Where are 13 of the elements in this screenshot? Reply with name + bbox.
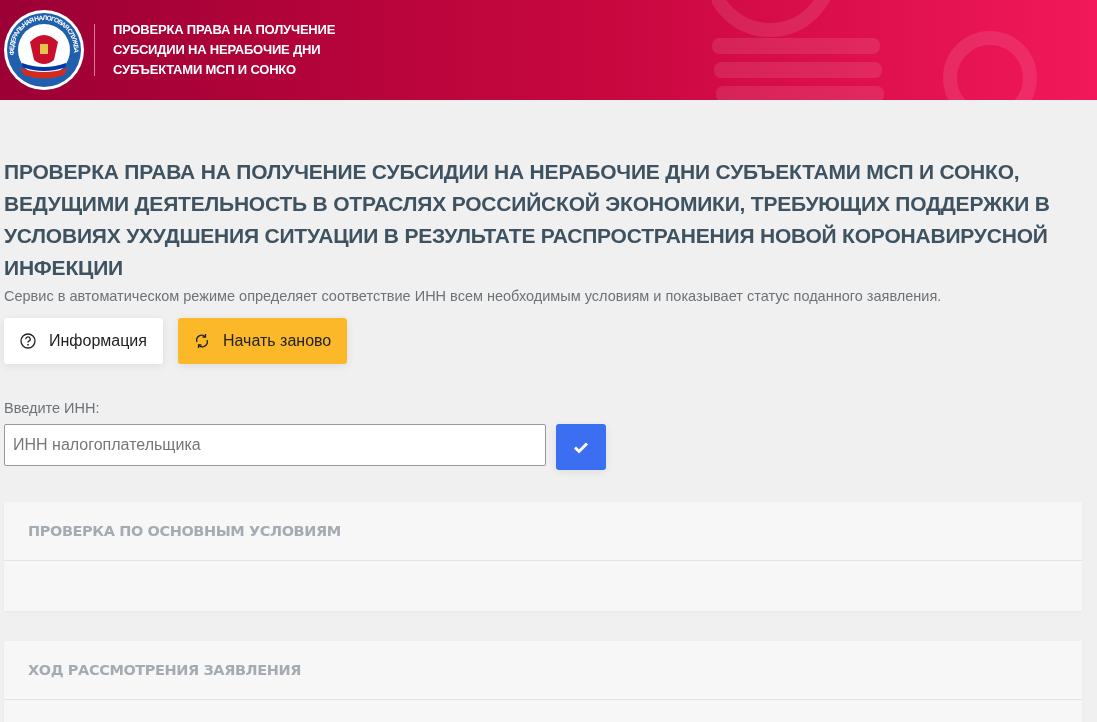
restart-button[interactable]: Начать заново — [177, 318, 348, 364]
help-icon — [20, 333, 36, 349]
submit-button[interactable] — [556, 424, 606, 470]
inn-label: Введите ИНН: — [4, 400, 101, 416]
info-button[interactable]: Информация — [4, 318, 163, 364]
inn-input-field[interactable]: ИНН налогоплательщика — [4, 424, 546, 466]
page-title: ПРОВЕРКА ПРАВА НА ПОЛУЧЕНИЕ СУБСИДИИ НА НЕРАБОЧИЕ ДНИ СУБЪЕКТАМИ МСП И СОНКО, ВЕДУЩИМИ ДЕЯТЕЛЬНОСТЬ В ОТРАСЛЯХ РОССИЙСКОЙ ЭКОНОМИКИ, ТРЕБУЮЩИХ ПОДДЕРЖКИ В УСЛОВИЯХ УХУДШЕНИЯ СИТУАЦИИ В РЕЗУЛЬТАТЕ РАСПРОСТРАНЕНИЯ НОВОЙ КОРОНАВИРУСНОЙ ИНФЕКЦИИ — [4, 159, 1051, 281]
service-description: Сервис в автоматическом режиме определяет соответствие ИНН всем необходимым условиям и показывает статус поданного заявления. — [4, 288, 943, 304]
header-title: ПРОВЕРКА ПРАВА НА ПОЛУЧЕНИЕ СУБСИДИИ НА НЕРАБОЧИЕ ДНИ СУБЪЕКТАМИ МСП И СОНКО — [113, 21, 337, 79]
section-title: ПРОВЕРКА ПО ОСНОВНЫМ УСЛОВИЯМ — [28, 523, 341, 539]
section-title: ХОД РАССМОТРЕНИЯ ЗАЯВЛЕНИЯ — [28, 662, 301, 678]
refresh-icon — [193, 333, 210, 349]
checkmark-icon — [573, 440, 589, 454]
